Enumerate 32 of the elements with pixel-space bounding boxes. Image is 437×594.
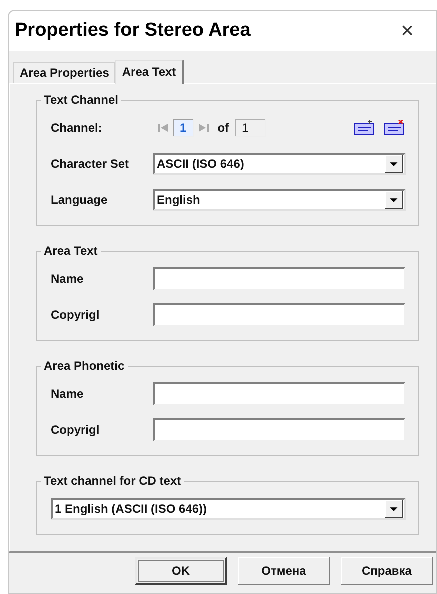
- group-title: Area Text: [41, 244, 101, 258]
- tab[interactable]: Area Text: [115, 60, 184, 84]
- tab[interactable]: Area Properties: [13, 62, 116, 83]
- dialog-button[interactable]: Отмена: [238, 557, 330, 585]
- first-icon[interactable]: [156, 121, 170, 135]
- input-field[interactable]: [153, 267, 406, 291]
- field-label: Copyrigl: [51, 423, 101, 437]
- dropdown[interactable]: English: [153, 189, 406, 211]
- field-label: Character Set: [51, 157, 130, 171]
- close-button[interactable]: ×: [401, 20, 414, 42]
- input-field[interactable]: [153, 382, 406, 406]
- total-field: 1: [235, 119, 266, 137]
- dialog-button[interactable]: Справка: [341, 557, 433, 585]
- add-channel-icon[interactable]: [354, 120, 376, 136]
- dropdown[interactable]: ASCII (ISO 646): [153, 153, 406, 175]
- of-label: of: [218, 121, 230, 135]
- delete-channel-icon[interactable]: [384, 120, 406, 136]
- group-title: Text Channel: [41, 93, 122, 107]
- field-label: Name: [51, 272, 85, 286]
- field-label: Channel:: [51, 121, 104, 135]
- channel-field[interactable]: 1: [173, 119, 194, 137]
- field-label: Copyrigl: [51, 308, 101, 322]
- input-field[interactable]: [153, 418, 406, 442]
- group-title: Area Phonetic: [41, 359, 128, 373]
- last-icon[interactable]: [196, 121, 211, 135]
- input-field[interactable]: [153, 303, 406, 327]
- field-label: Language: [51, 193, 109, 207]
- dialog-button[interactable]: OK: [135, 557, 227, 585]
- field-label: Name: [51, 387, 85, 401]
- window-title: Properties for Stereo Area: [15, 20, 252, 42]
- group-title: Text channel for CD text: [41, 474, 184, 488]
- dropdown[interactable]: 1 English (ASCII (ISO 646)): [51, 498, 406, 520]
